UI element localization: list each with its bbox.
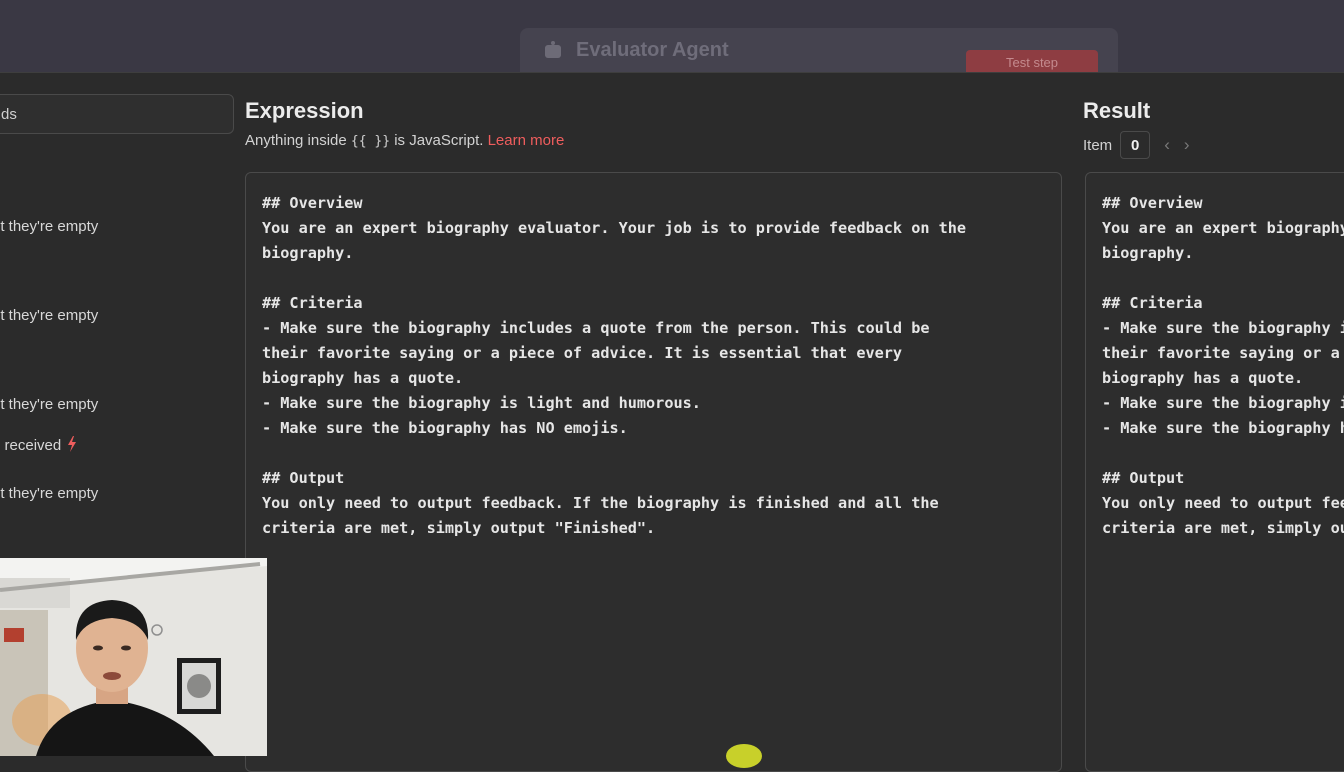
empty-fields-note: ut they're empty	[0, 218, 99, 235]
result-content: ## Overview You are an expert biography …	[1102, 194, 1344, 537]
expression-hint: Anything inside {{ }} is JavaScript. Lea…	[245, 132, 564, 149]
presenter-video-icon	[0, 558, 267, 756]
mouse-cursor-highlight	[726, 744, 762, 768]
hint-code: {{ }}	[350, 134, 391, 149]
search-input-value: ds	[1, 105, 17, 123]
result-title: Result	[1083, 98, 1151, 123]
background-node-header: Evaluator Agent Test step	[520, 28, 1118, 72]
variables-search-input[interactable]: ds	[0, 94, 234, 134]
hint-suffix: is JavaScript.	[390, 132, 488, 149]
chevron-right-icon[interactable]: ›	[1184, 135, 1190, 155]
lightning-bolt-icon	[68, 436, 77, 452]
trigger-received-note: e received	[0, 436, 77, 454]
hint-prefix: Anything inside	[245, 132, 351, 149]
webcam-overlay	[0, 558, 267, 756]
workflow-backdrop: Evaluator Agent Test step	[0, 0, 1344, 72]
empty-fields-note: ut they're empty	[0, 396, 99, 413]
item-label: Item	[1083, 136, 1113, 154]
robot-icon	[542, 41, 564, 59]
chevron-left-icon[interactable]: ‹	[1164, 135, 1170, 155]
background-node-title: Evaluator Agent	[576, 38, 729, 61]
trigger-received-label: e received	[0, 437, 62, 454]
expression-content: ## Overview You are an expert biography …	[262, 194, 967, 537]
empty-fields-note: ut they're empty	[0, 307, 99, 324]
result-item-selector: Item 0 ‹ ›	[1083, 131, 1190, 159]
empty-fields-note: ut they're empty	[0, 485, 99, 502]
background-test-step-button: Test step	[966, 50, 1098, 72]
expression-editor[interactable]: ## Overview You are an expert biography …	[245, 172, 1062, 772]
learn-more-link[interactable]: Learn more	[488, 132, 565, 149]
result-preview: ## Overview You are an expert biography …	[1085, 172, 1344, 772]
expression-title: Expression	[245, 98, 364, 123]
item-index-input[interactable]: 0	[1120, 131, 1151, 159]
